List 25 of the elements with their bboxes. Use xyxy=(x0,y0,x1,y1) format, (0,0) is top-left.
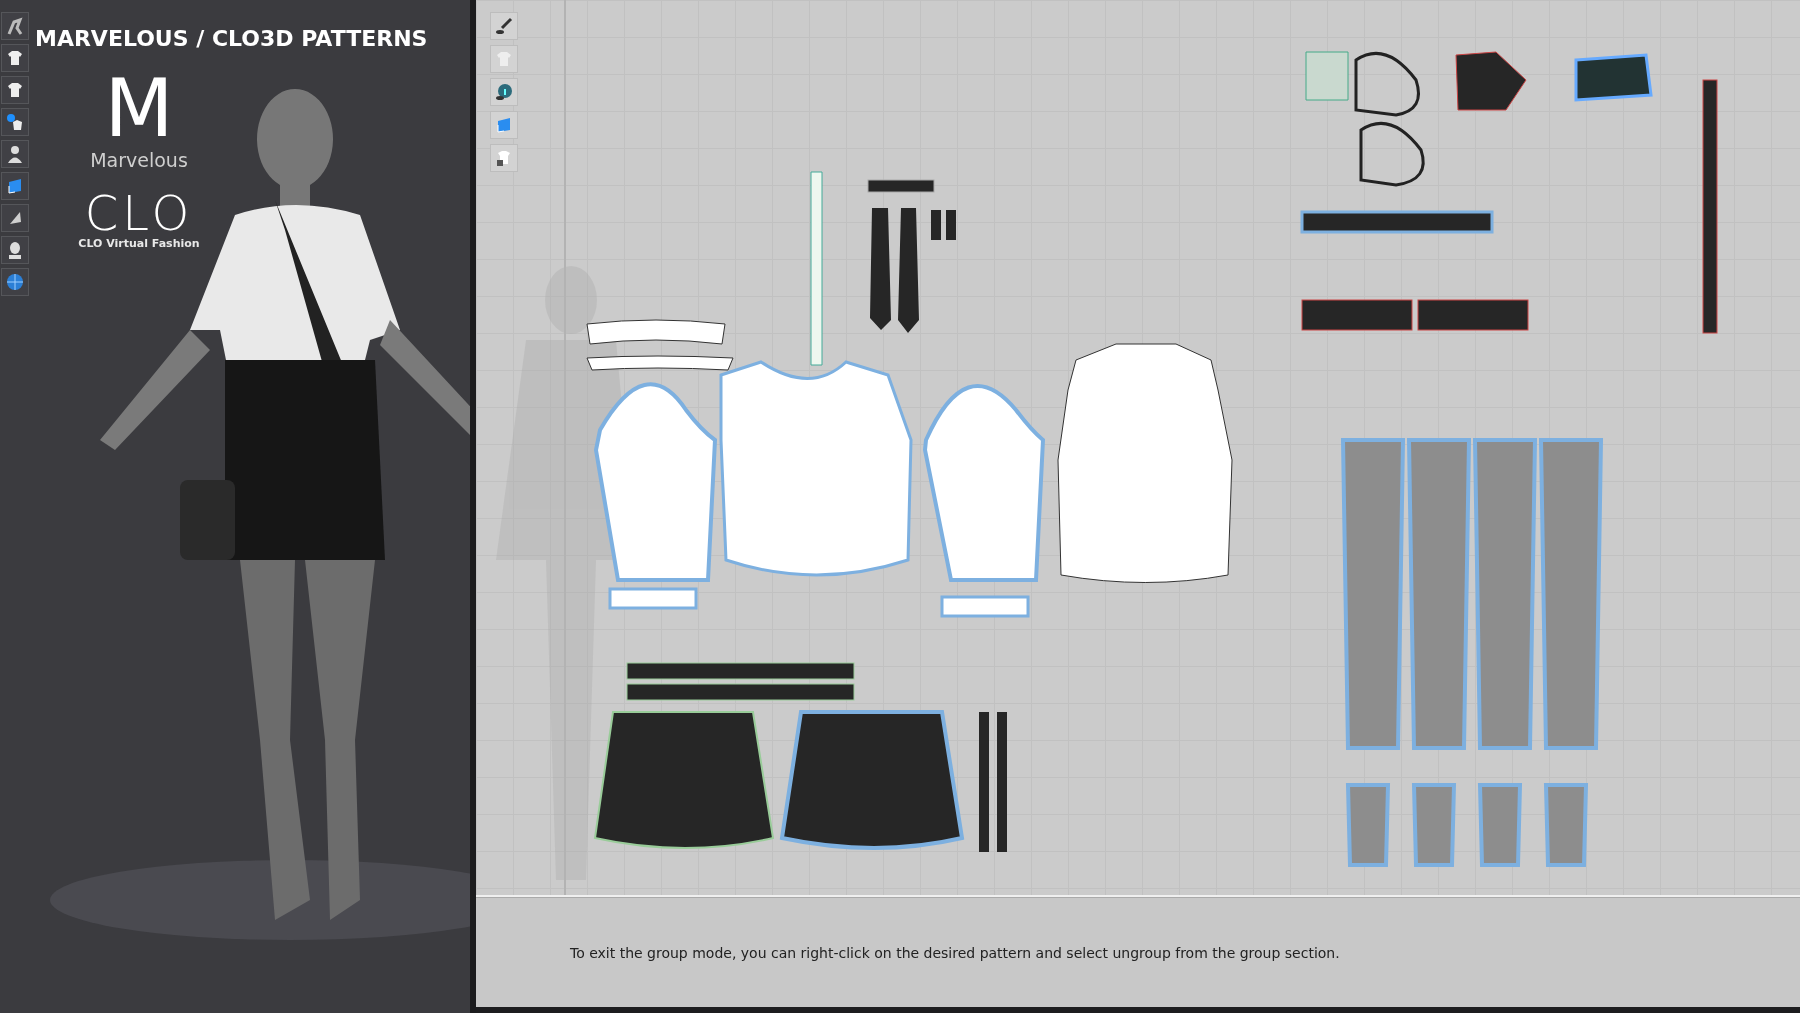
toolbar-button[interactable] xyxy=(1,108,29,136)
shirt-icon xyxy=(494,49,514,69)
globe-icon xyxy=(5,272,25,292)
shirt-icon xyxy=(5,80,25,100)
shirt-icon xyxy=(5,48,25,68)
logo-mark: M xyxy=(104,69,174,149)
toolbar-button[interactable] xyxy=(1,204,29,232)
logo-name: Marvelous xyxy=(90,149,188,171)
toolbar-button[interactable] xyxy=(1,44,29,72)
logo-name: CLO Virtual Fashion xyxy=(78,237,200,250)
info-icon xyxy=(494,82,514,102)
toolbar-button[interactable] xyxy=(1,236,29,264)
toolbar-button[interactable] xyxy=(490,144,518,172)
toolbar-button[interactable] xyxy=(1,268,29,296)
person-icon xyxy=(5,144,25,164)
toolbar-button[interactable] xyxy=(1,140,29,168)
toolbar-button[interactable] xyxy=(1,12,29,40)
toolbar-button[interactable] xyxy=(1,172,29,200)
toolbar-button[interactable] xyxy=(1,76,29,104)
toolbar-button[interactable] xyxy=(490,78,518,106)
caption-text: To exit the group mode, you can right-click on the desired pattern and select ungroup from the group section. xyxy=(570,944,1340,961)
shirt-with-dot-icon xyxy=(5,112,25,132)
logo-mark: CLO xyxy=(84,189,194,237)
overlay-title: MARVELOUS / CLO3D PATTERNS xyxy=(34,26,429,51)
toolbar-button[interactable] xyxy=(490,12,518,40)
